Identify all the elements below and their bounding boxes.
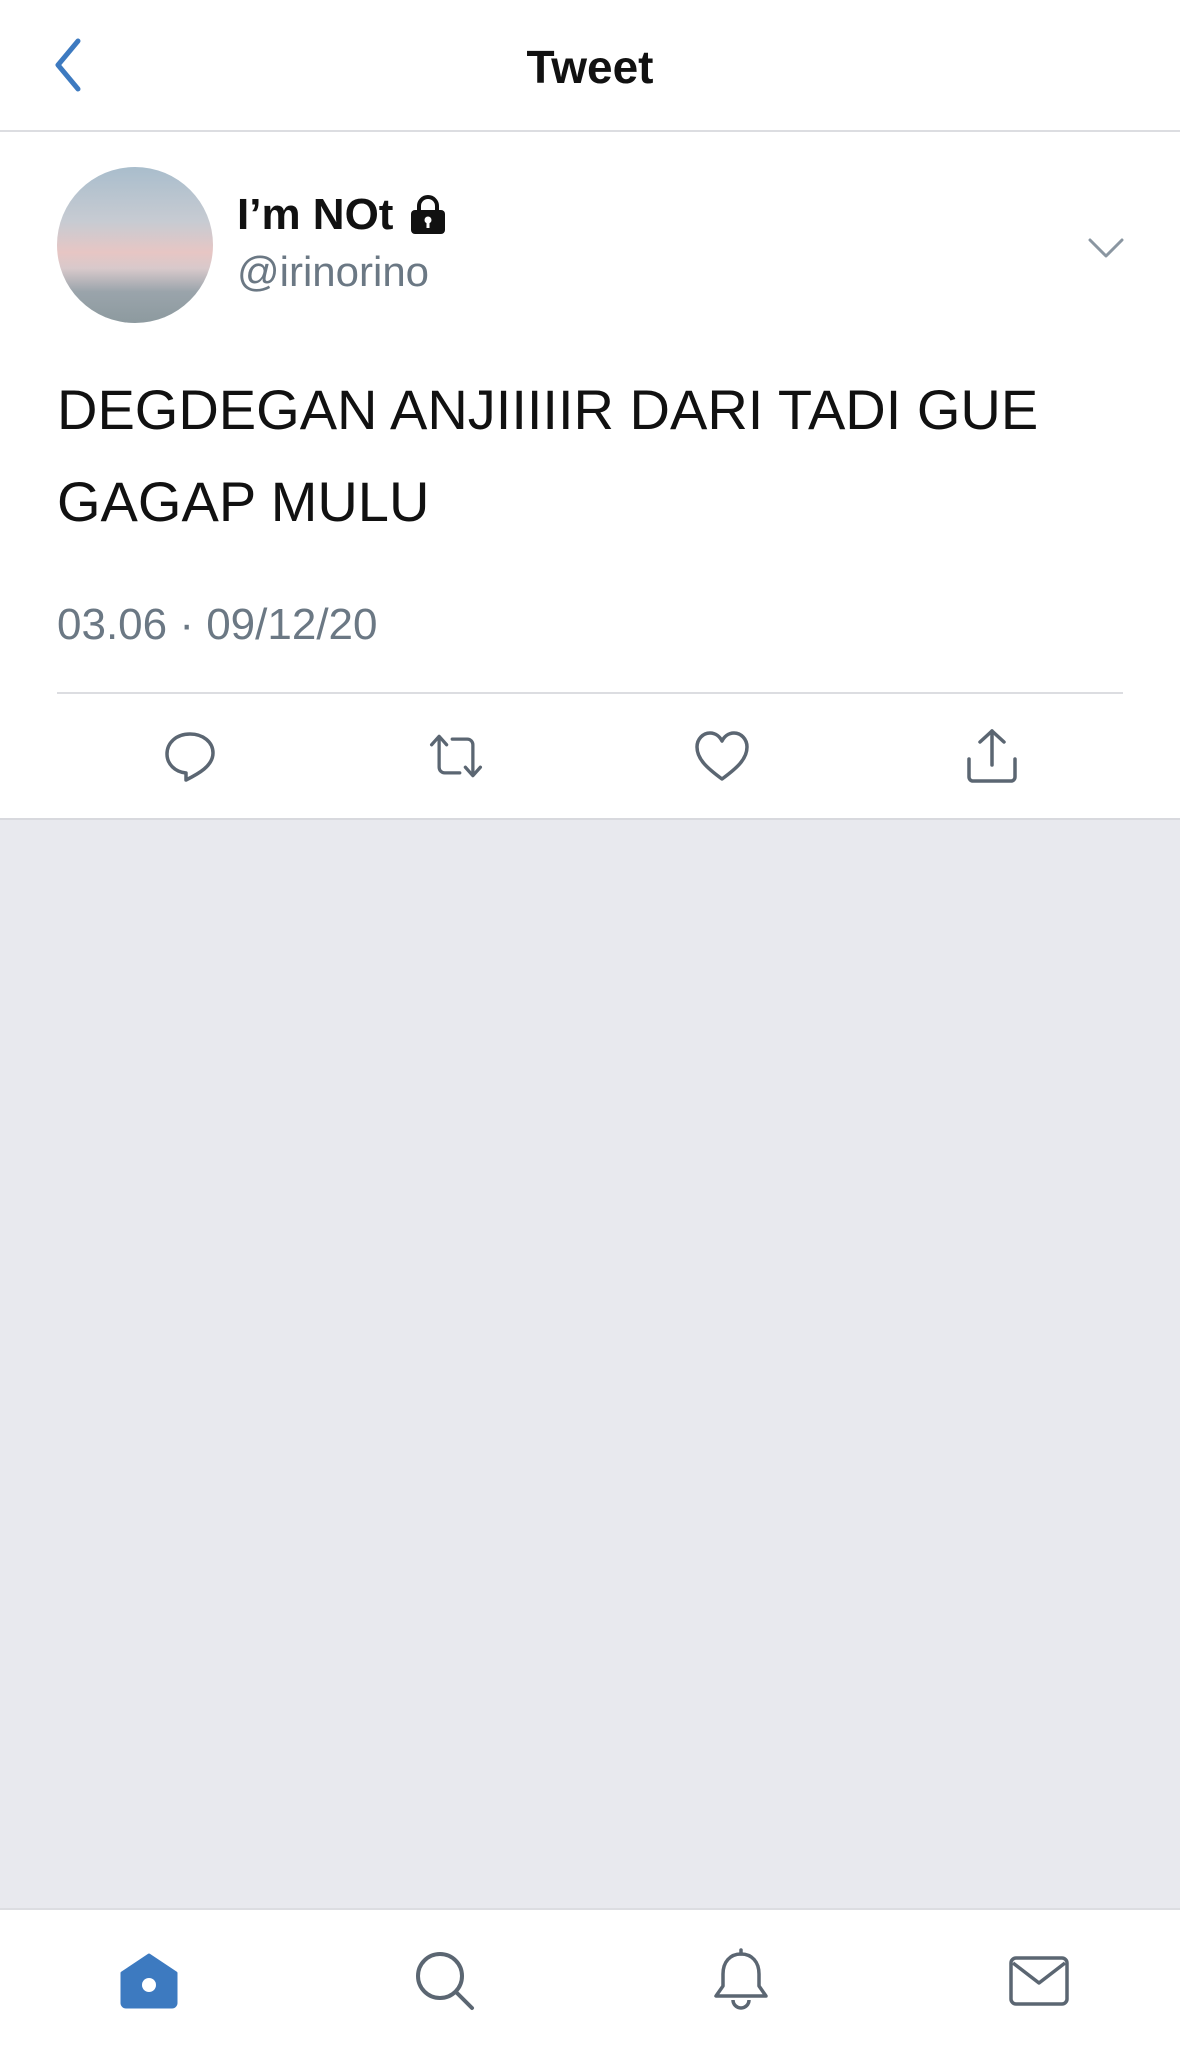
tweet-detail: I’m NOt @irinorino DEGDEGAN ANJIIIIIR DA…: [0, 132, 1180, 820]
avatar[interactable]: [57, 167, 213, 323]
retweet-icon: [429, 734, 483, 778]
share-button[interactable]: [962, 726, 1022, 786]
like-button[interactable]: [692, 726, 752, 786]
share-icon: [967, 729, 1017, 783]
bottom-tab-bar: [0, 1908, 1180, 2048]
retweet-button[interactable]: [426, 726, 486, 786]
top-navigation-bar: Tweet: [0, 0, 1180, 132]
tweet-actions: [0, 694, 1180, 818]
page-title: Tweet: [526, 41, 654, 93]
like-icon: [695, 731, 749, 781]
reply-button[interactable]: [160, 726, 220, 786]
lock-icon: [411, 195, 446, 234]
user-name-row[interactable]: I’m NOt: [237, 190, 449, 240]
tab-messages[interactable]: [1004, 1946, 1074, 2016]
messages-icon: [1009, 1956, 1069, 2006]
tab-home[interactable]: [114, 1946, 184, 2016]
tweet-text: DEGDEGAN ANJIIIIIR DARI TADI GUE GAGAP M…: [57, 378, 1039, 533]
more-options-button[interactable]: [1086, 228, 1126, 268]
tab-search[interactable]: [410, 1946, 480, 2016]
reply-icon: [165, 732, 215, 782]
tweet-timestamp: 03.06 · 09/12/20: [57, 600, 378, 649]
user-handle: @irinorino: [237, 248, 430, 295]
notifications-icon: [714, 1948, 768, 2010]
display-name: I’m NOt: [237, 190, 394, 239]
tab-notifications[interactable]: [706, 1946, 776, 2016]
chevron-down-icon: [1088, 238, 1124, 258]
home-icon: [120, 1953, 178, 2009]
search-icon: [416, 1952, 474, 2010]
